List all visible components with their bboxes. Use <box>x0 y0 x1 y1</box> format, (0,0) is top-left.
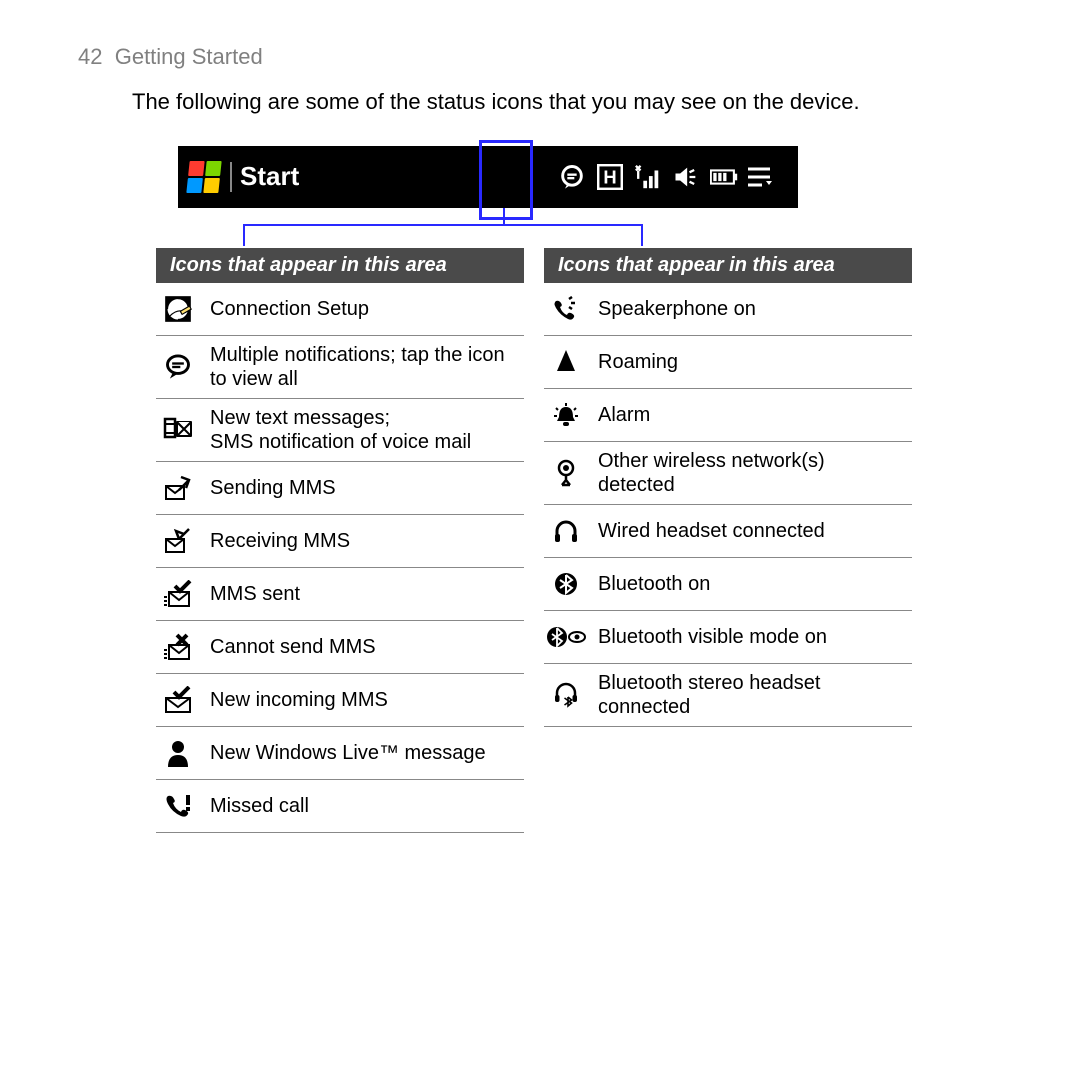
sending-mms-icon <box>158 474 198 502</box>
alarm-icon <box>546 402 586 428</box>
row-label: Bluetooth stereo headset connected <box>598 671 906 719</box>
status-bar: Start H <box>178 146 798 208</box>
row-label: Sending MMS <box>210 476 336 500</box>
table-row: Missed call <box>156 780 524 833</box>
windows-live-icon <box>158 739 198 767</box>
row-label: Connection Setup <box>210 297 369 321</box>
row-label: New incoming MMS <box>210 688 388 712</box>
notification-bubble-icon <box>158 353 198 381</box>
row-label: Cannot send MMS <box>210 635 376 659</box>
table-row: Bluetooth stereo headset connected <box>544 664 912 727</box>
bt-headset-icon <box>546 682 586 708</box>
table-row: Alarm <box>544 389 912 442</box>
wired-headset-icon <box>546 519 586 543</box>
row-label: New Windows Live™ message <box>210 741 486 765</box>
table-row: New incoming MMS <box>156 674 524 727</box>
row-label: Speakerphone on <box>598 297 756 321</box>
row-label: Missed call <box>210 794 309 818</box>
left-column-header: Icons that appear in this area <box>156 248 524 283</box>
callout-lines <box>178 208 798 250</box>
page-number: 42 <box>78 44 102 69</box>
task-switcher-icon <box>748 163 776 191</box>
speaker-icon <box>672 163 700 191</box>
left-icon-table: Icons that appear in this area Connectio… <box>156 248 524 833</box>
table-row: Bluetooth on <box>544 558 912 611</box>
speakerphone-icon <box>546 296 586 322</box>
row-label: Roaming <box>598 350 678 374</box>
table-row: Multiple notifications; tap the icon to … <box>156 336 524 399</box>
table-row: Cannot send MMS <box>156 621 524 674</box>
bluetooth-icon <box>546 572 586 596</box>
mms-fail-icon <box>158 633 198 661</box>
row-label: Multiple notifications; tap the icon to … <box>210 343 518 391</box>
h-indicator-icon: H <box>596 163 624 191</box>
receiving-mms-icon <box>158 527 198 555</box>
connection-setup-icon <box>158 295 198 323</box>
row-label: Wired headset connected <box>598 519 825 543</box>
notification-bubble-icon <box>558 163 586 191</box>
table-row: Speakerphone on <box>544 283 912 336</box>
wifi-detect-icon <box>546 459 586 487</box>
table-row: MMS sent <box>156 568 524 621</box>
table-row: Bluetooth visible mode on <box>544 611 912 664</box>
table-row: Wired headset connected <box>544 505 912 558</box>
row-label: MMS sent <box>210 582 300 606</box>
mms-sent-icon <box>158 580 198 608</box>
row-label: Receiving MMS <box>210 529 350 553</box>
intro-paragraph: The following are some of the status ico… <box>132 88 1002 116</box>
row-label: New text messages; SMS notification of v… <box>210 406 471 454</box>
table-row: New text messages; SMS notification of v… <box>156 399 524 462</box>
battery-icon <box>710 163 738 191</box>
row-label: Bluetooth on <box>598 572 710 596</box>
mms-incoming-icon <box>158 686 198 714</box>
table-row: Receiving MMS <box>156 515 524 568</box>
sms-icon <box>158 416 198 444</box>
row-label: Alarm <box>598 403 650 427</box>
table-row: Sending MMS <box>156 462 524 515</box>
right-column-header: Icons that appear in this area <box>544 248 912 283</box>
windows-flag-icon <box>186 161 221 193</box>
table-row: Roaming <box>544 336 912 389</box>
row-label: Other wireless network(s) detected <box>598 449 906 497</box>
divider <box>230 162 232 192</box>
signal-icon <box>634 163 662 191</box>
roaming-icon <box>546 349 586 375</box>
section-name: Getting Started <box>115 44 263 69</box>
statusbar-icons: H <box>558 163 798 191</box>
right-icon-table: Icons that appear in this area Speakerph… <box>544 248 912 833</box>
table-row: Other wireless network(s) detected <box>544 442 912 505</box>
running-header: 42 Getting Started <box>78 44 1002 70</box>
bluetooth-visible-icon <box>546 625 586 649</box>
table-row: Connection Setup <box>156 283 524 336</box>
row-label: Bluetooth visible mode on <box>598 625 827 649</box>
start-label: Start <box>240 161 299 192</box>
table-row: New Windows Live™ message <box>156 727 524 780</box>
missed-call-icon <box>158 793 198 819</box>
svg-text:H: H <box>603 166 616 187</box>
